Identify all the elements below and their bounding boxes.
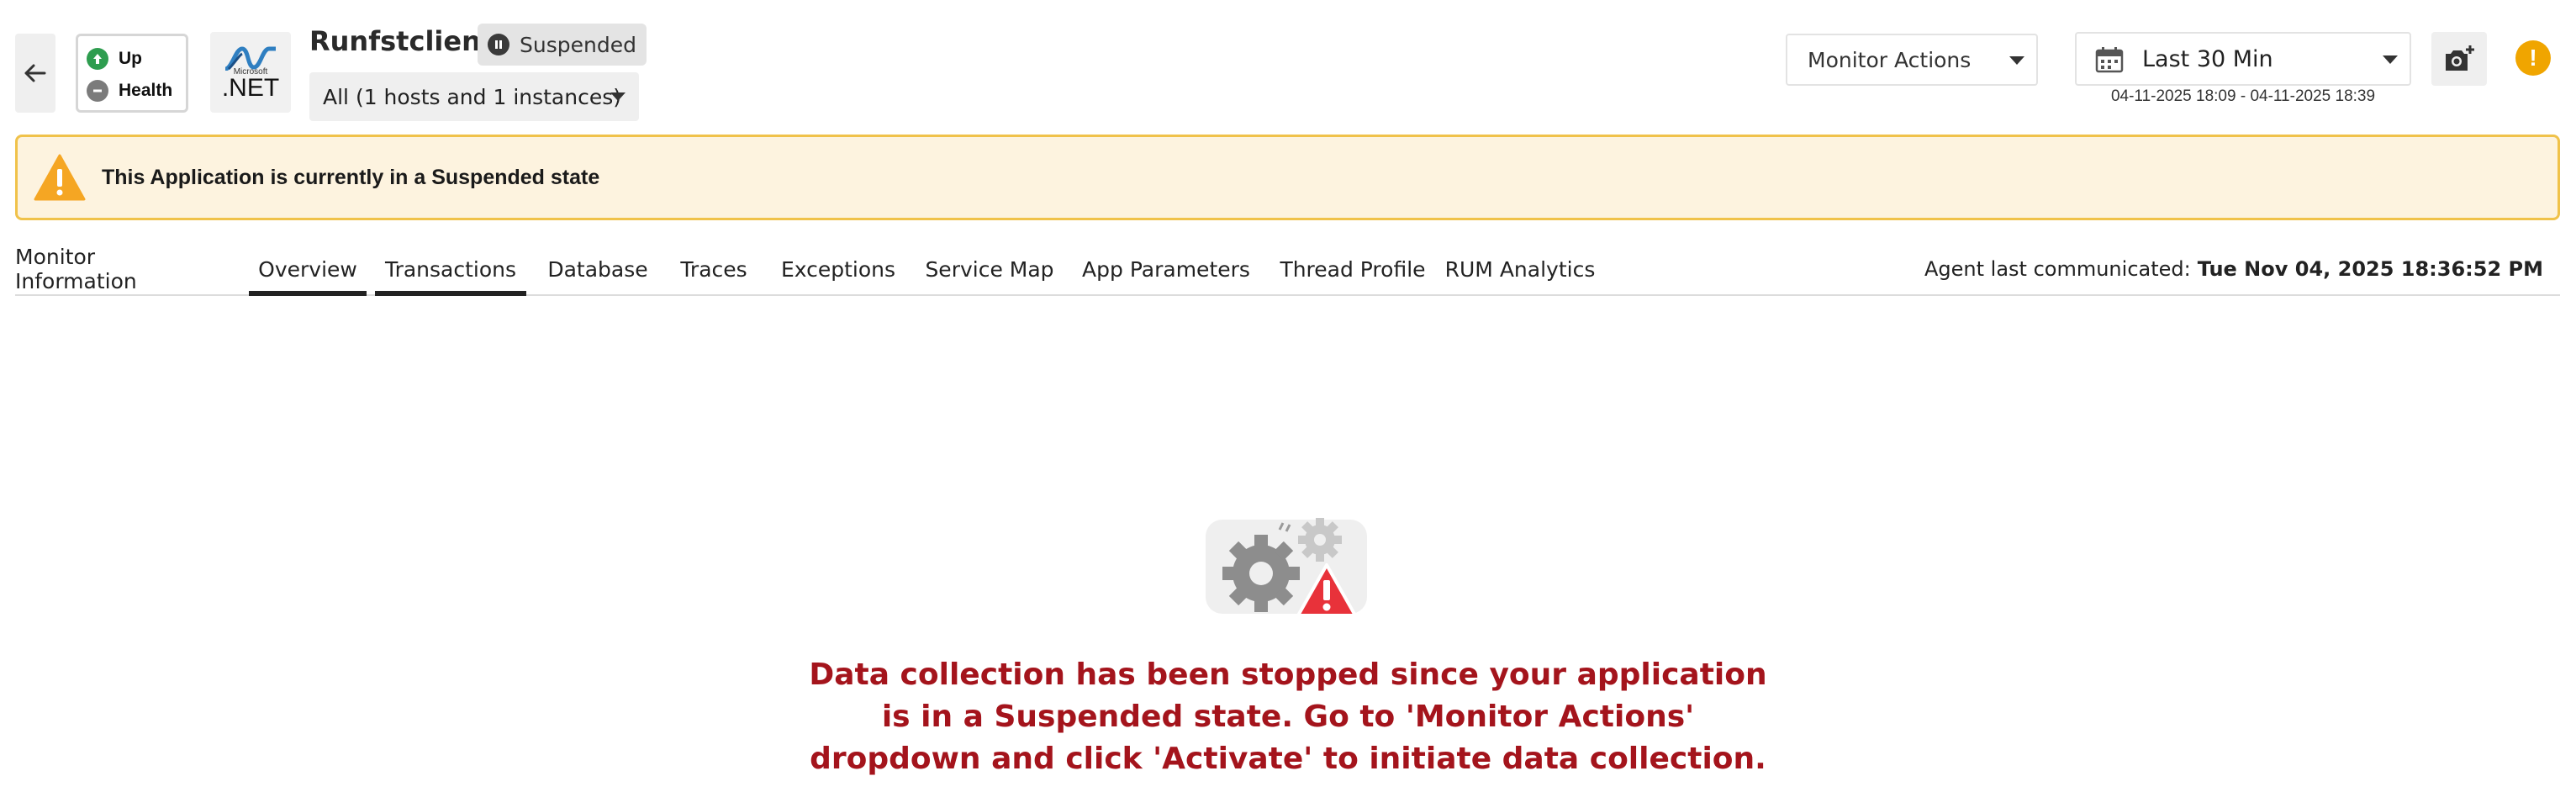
- suspended-banner: This Application is currently in a Suspe…: [15, 135, 2560, 220]
- tab-bar: Monitor Information Overview Transaction…: [15, 242, 2560, 296]
- banner-message: This Application is currently in a Suspe…: [102, 165, 600, 189]
- dotnet-logo: Microsoft .NET: [210, 32, 291, 113]
- app-title: Runfstclient: [309, 25, 494, 57]
- alert-button[interactable]: !: [2515, 40, 2551, 76]
- warning-triangle-icon: [34, 154, 86, 201]
- pause-icon: [488, 34, 509, 55]
- camera-add-icon: [2446, 45, 2474, 71]
- health-status: Health: [87, 75, 177, 107]
- monitor-status-box[interactable]: Up Health: [76, 34, 188, 113]
- tab-transactions[interactable]: Transactions: [375, 242, 526, 296]
- tab-rum-analytics[interactable]: RUM Analytics: [1443, 242, 1597, 296]
- tab-thread-profile[interactable]: Thread Profile: [1278, 242, 1428, 296]
- tab-overview[interactable]: Overview: [249, 242, 367, 296]
- tab-app-parameters[interactable]: App Parameters: [1076, 242, 1256, 296]
- gears-warning-icon: [1206, 518, 1367, 617]
- screenshot-button[interactable]: [2431, 32, 2487, 86]
- time-range-text: 04-11-2025 18:09 - 04-11-2025 18:39: [2110, 87, 2376, 105]
- chevron-down-icon: [610, 92, 626, 101]
- exclamation-icon: !: [2529, 45, 2537, 71]
- health-label: Health: [119, 81, 173, 100]
- back-button[interactable]: [15, 34, 55, 113]
- agent-timestamp: Tue Nov 04, 2025 18:36:52 PM: [2197, 257, 2543, 281]
- tab-monitor-information[interactable]: Monitor Information: [15, 242, 214, 296]
- chevron-down-icon: [2009, 56, 2024, 65]
- tab-database[interactable]: Database: [547, 242, 647, 296]
- agent-label: Agent last communicated:: [1924, 257, 2191, 281]
- time-range-dropdown[interactable]: Last 30 Min: [2075, 32, 2411, 86]
- availability-status: Up: [87, 43, 177, 75]
- arrow-left-icon: [24, 64, 46, 82]
- time-range-selected: Last 30 Min: [2142, 45, 2273, 72]
- tab-service-map[interactable]: Service Map: [921, 242, 1058, 296]
- status-badge-label: Suspended: [520, 32, 636, 57]
- monitor-actions-label: Monitor Actions: [1808, 47, 1972, 72]
- arrow-up-icon: [87, 48, 108, 70]
- chevron-down-icon: [2383, 55, 2398, 64]
- minus-icon: [87, 80, 108, 102]
- availability-label: Up: [119, 49, 142, 68]
- tab-exceptions[interactable]: Exceptions: [779, 242, 898, 296]
- status-badge: Suspended: [478, 24, 647, 66]
- net-text: .NET: [221, 73, 280, 102]
- monitor-actions-dropdown[interactable]: Monitor Actions: [1786, 34, 2038, 86]
- data-collection-stopped-message: Data collection has been stopped since y…: [809, 657, 1767, 776]
- host-filter-dropdown[interactable]: All (1 hosts and 1 instances): [309, 72, 639, 121]
- calendar-icon: [2095, 47, 2124, 73]
- host-filter-label: All (1 hosts and 1 instances): [323, 84, 622, 109]
- agent-last-communicated: Agent last communicated: Tue Nov 04, 202…: [1924, 242, 2543, 296]
- tab-traces[interactable]: Traces: [674, 242, 753, 296]
